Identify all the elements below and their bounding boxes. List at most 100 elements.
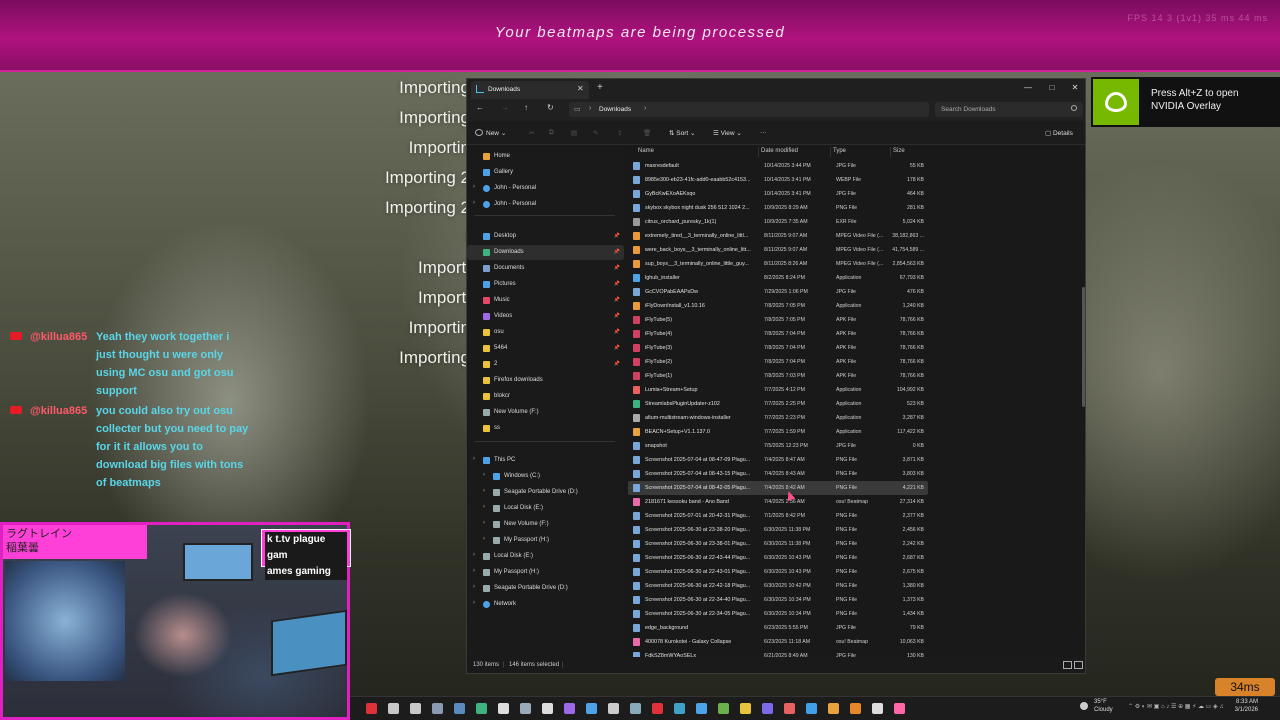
nav-item-john-personal[interactable]: › John - Personal [467, 181, 624, 196]
nav-item-windows-c[interactable]: › Windows (C:) [467, 469, 624, 484]
tiles-view-icon[interactable] [1074, 661, 1083, 669]
file-row[interactable]: extremely_tired__3_terminally_online_lit… [628, 229, 928, 243]
maximize-button[interactable]: □ [1041, 81, 1063, 95]
close-tab-icon[interactable]: ✕ [577, 84, 584, 93]
calendar-icon[interactable] [762, 703, 773, 714]
nav-item-blokcr[interactable]: blokcr [467, 389, 624, 404]
file-row[interactable]: GyBcKwEXoAEKsqo 10/14/2025 3:41 PM JPG Fil… [628, 187, 928, 201]
pin-icon[interactable]: 📌 [614, 313, 620, 319]
minecraft-icon[interactable] [718, 703, 729, 714]
file-row[interactable]: 2181671 kessoku band - Ano Band 7/4/2025 … [628, 495, 928, 509]
file-row[interactable]: iFlyTube(4) 7/8/2025 7:04 PM APK File 78,76… [628, 327, 928, 341]
pin-icon[interactable]: 📌 [614, 281, 620, 287]
chevron-right-icon[interactable]: › [483, 488, 485, 494]
nav-item-local-disk-e[interactable]: › Local Disk (E:) [467, 501, 624, 516]
paste-icon[interactable]: ▤ [571, 129, 577, 137]
column-header-size[interactable]: Size [893, 148, 905, 154]
youtube-icon[interactable] [652, 703, 663, 714]
chevron-right-icon[interactable]: › [473, 184, 475, 190]
file-row[interactable]: Screenshot 2025-07-04 at 08-42-05 Plagu.… [628, 481, 928, 495]
vlc-icon[interactable] [850, 703, 861, 714]
forward-arrow-icon[interactable]: → [501, 103, 509, 112]
nav-item-music[interactable]: Music 📌 [467, 293, 624, 308]
nav-item-new-volume-f[interactable]: New Volume (F:) [467, 405, 624, 420]
pin-icon[interactable]: 📌 [614, 345, 620, 351]
search-input[interactable]: Search Downloads [935, 102, 1083, 117]
obs-icon[interactable] [498, 703, 509, 714]
view-button[interactable]: ☰ View ⌄ [713, 129, 742, 137]
weather-widget[interactable]: 35°F Cloudy [1094, 698, 1113, 714]
store-icon[interactable] [696, 703, 707, 714]
nav-item-2[interactable]: 2 📌 [467, 357, 624, 372]
pin-icon[interactable]: 📌 [614, 297, 620, 303]
xbox-icon[interactable] [476, 703, 487, 714]
notepad-icon[interactable] [630, 703, 641, 714]
photoshop-icon[interactable] [806, 703, 817, 714]
terminal-icon[interactable] [608, 703, 619, 714]
chevron-right-icon[interactable]: › [473, 552, 475, 558]
vs-icon[interactable] [564, 703, 575, 714]
new-tab-button[interactable]: + [597, 82, 603, 93]
file-row[interactable]: Screenshot 2025-06-30 at 23-38-20 Plagu.… [628, 523, 928, 537]
notion-icon[interactable] [872, 703, 883, 714]
pin-icon[interactable]: 📌 [614, 249, 620, 255]
chevron-right-icon[interactable]: › [473, 456, 475, 462]
scrollbar-thumb[interactable] [1082, 287, 1085, 407]
chevron-right-icon[interactable]: › [483, 536, 485, 542]
file-row[interactable]: Screenshot 2025-06-30 at 22-34-40 Plagu.… [628, 593, 928, 607]
github-icon[interactable] [542, 703, 553, 714]
nav-item-my-passport-h[interactable]: › My Passport (H:) [467, 533, 624, 548]
nav-item-firefox-downloads[interactable]: Firefox downloads [467, 373, 624, 388]
chevron-right-icon[interactable]: › [483, 472, 485, 478]
nav-item-seagate-portable-drive-d[interactable]: › Seagate Portable Drive (D:) [467, 485, 624, 500]
osu-icon[interactable] [894, 703, 905, 714]
file-row[interactable]: sup_boys__3_terminally_online_little_guy… [628, 257, 928, 271]
pin-icon[interactable]: 📌 [614, 233, 620, 239]
file-row[interactable]: were_back_boys__3_terminally_online_litt… [628, 243, 928, 257]
file-row[interactable]: Screenshot 2025-06-30 at 22-34-05 Plagu.… [628, 607, 928, 621]
file-row[interactable]: Screenshot 2025-07-01 at 20-42-31 Plagu.… [628, 509, 928, 523]
column-header-name[interactable]: Name [638, 148, 654, 154]
paint-icon[interactable] [828, 703, 839, 714]
nav-item-ss[interactable]: ss [467, 421, 624, 436]
system-tray-icons[interactable]: ⌃ ⚙ ◐ ✉ ▣ ⌂ ♪ ☰ ⊕ ▦ ⚡ ☁ ▭ ◈ ♫ [1128, 703, 1224, 710]
nav-item-osu[interactable]: osu 📌 [467, 325, 624, 340]
nav-item-videos[interactable]: Videos 📌 [467, 309, 624, 324]
column-header-date[interactable]: Date modified [761, 148, 798, 154]
share-icon[interactable]: ⇪ [617, 129, 622, 137]
chevron-right-icon[interactable]: › [473, 200, 475, 206]
nvidia-overlay-toast[interactable]: Press Alt+Z to open NVIDIA Overlay [1091, 77, 1280, 127]
streamlabs-icon[interactable] [366, 703, 377, 714]
address-bar[interactable]: ▭ › Downloads › [569, 102, 929, 117]
column-divider[interactable] [758, 147, 759, 157]
scrollbar[interactable] [1082, 147, 1085, 655]
file-row[interactable]: 8985e300-eb23-41fc-add0-eaabb52c4153... 1… [628, 173, 928, 187]
file-row[interactable]: edge_background 6/23/2025 5:55 PM JPG File… [628, 621, 928, 635]
nav-item-pictures[interactable]: Pictures 📌 [467, 277, 624, 292]
file-row[interactable]: iFlyTube(1) 7/8/2025 7:03 PM APK File 78,76… [628, 369, 928, 383]
nav-item-5464[interactable]: 5464 📌 [467, 341, 624, 356]
file-row[interactable]: Screenshot 2025-07-04 at 08-47-09 Plagu.… [628, 453, 928, 467]
sort-button[interactable]: ⇅ Sort ⌄ [669, 129, 695, 137]
nav-item-gallery[interactable]: Gallery [467, 165, 624, 180]
file-row[interactable]: GcCVOPabEAAPsDw 7/29/2025 1:06 PM JPG File… [628, 285, 928, 299]
file-row[interactable]: Screenshot 2025-07-04 at 08-43-15 Plagu.… [628, 467, 928, 481]
file-row[interactable]: Screenshot 2025-06-30 at 22-43-01 Plagu.… [628, 565, 928, 579]
pin-icon[interactable]: 📌 [614, 361, 620, 367]
file-row[interactable]: Lumia+Stream+Setup 7/7/2025 4:12 PM Applic… [628, 383, 928, 397]
column-divider[interactable] [890, 147, 891, 157]
nav-item-network[interactable]: › Network [467, 597, 624, 612]
file-row[interactable]: snapshot 7/5/2025 12:23 PM JPG File 0 KB [628, 439, 928, 453]
nav-item-downloads[interactable]: Downloads 📌 [467, 245, 624, 260]
steam-icon[interactable] [388, 703, 399, 714]
close-window-button[interactable]: ✕ [1064, 81, 1085, 95]
photos-icon[interactable] [454, 703, 465, 714]
file-row[interactable]: altum-multistream-windows-installer 7/7/2… [628, 411, 928, 425]
back-arrow-icon[interactable]: ← [476, 103, 484, 112]
file-row[interactable]: iFlyTube(5) 7/8/2025 7:05 PM APK File 78,76… [628, 313, 928, 327]
details-view-icon[interactable] [1063, 661, 1072, 669]
chevron-right-icon[interactable]: › [473, 584, 475, 590]
breadcrumb[interactable]: Downloads [599, 106, 631, 113]
up-arrow-icon[interactable]: ↑ [524, 103, 528, 112]
column-divider[interactable] [830, 147, 831, 157]
